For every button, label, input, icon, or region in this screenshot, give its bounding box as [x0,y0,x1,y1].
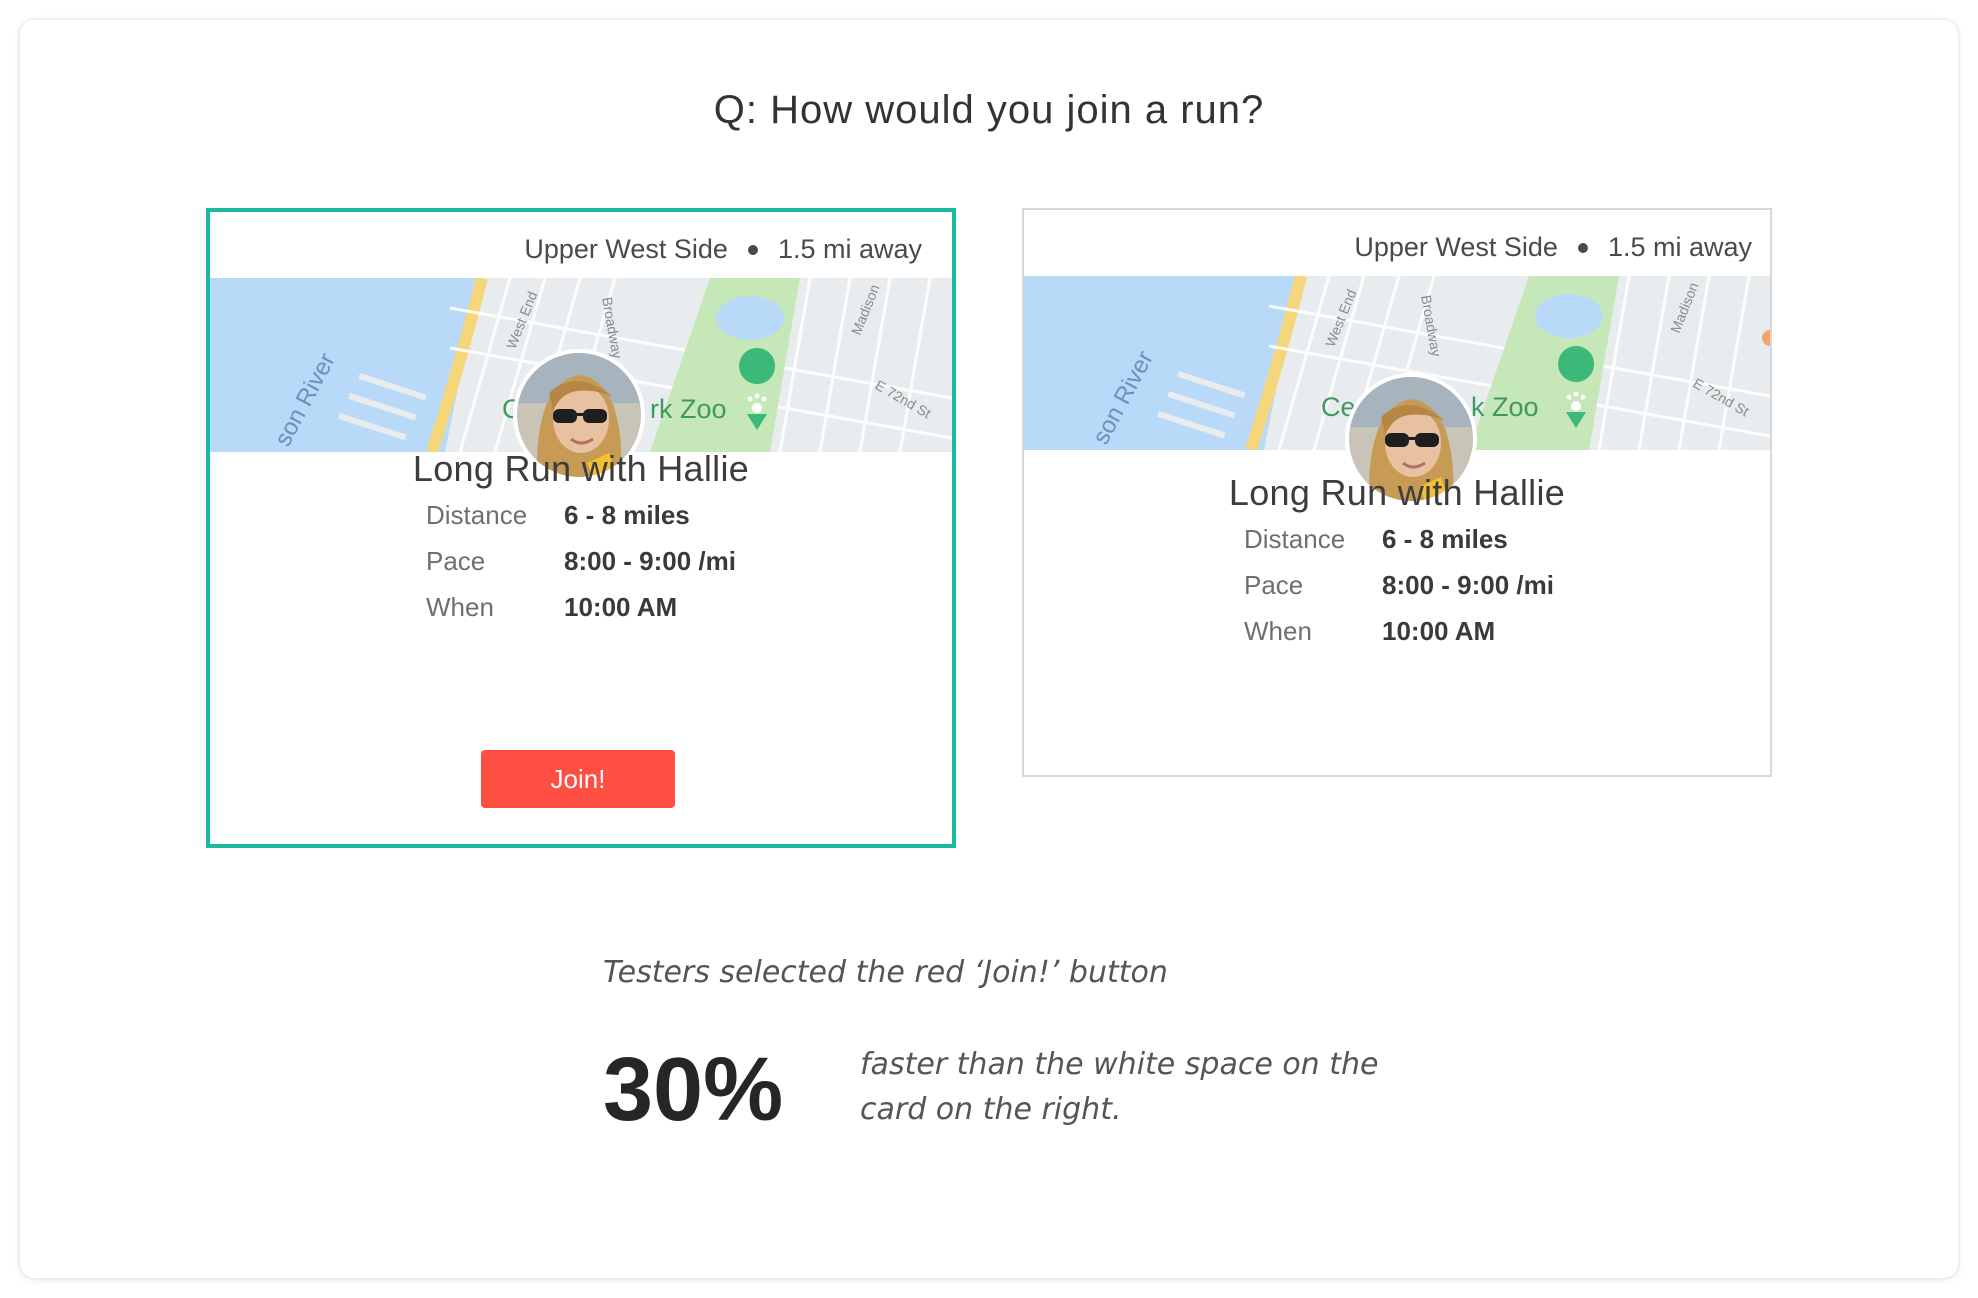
stat-description: faster than the white space on the card … [860,1047,1379,1127]
join-button[interactable]: Join! [481,750,675,808]
detail-value: 6 - 8 miles [564,500,690,530]
run-card-without-button[interactable]: Upper West Side 1.5 mi away son River We… [1022,208,1772,777]
detail-label: Pace [426,546,486,576]
detail-value: 8:00 - 9:00 /mi [564,546,736,576]
detail-value: 10:00 AM [564,592,678,622]
neighborhood-label: Upper West Side [1354,232,1558,262]
detail-label: Distance [1244,524,1346,554]
detail-label: Pace [1244,570,1304,600]
dot-icon [747,244,758,255]
detail-row-when: When 10:00 AM [210,592,952,626]
stat-percentage: 30% [603,1040,784,1140]
card-location: Upper West Side 1.5 mi away [524,234,922,265]
dot-icon [1577,242,1588,253]
detail-label: When [1244,616,1312,646]
svg-text:rk Zoo: rk Zoo [650,394,727,424]
question-heading: Q: How would you join a run? [713,88,1265,132]
distance-away-label: 1.5 mi away [777,234,922,264]
run-title: Long Run with Hallie [412,448,750,489]
run-title: Long Run with Hallie [1228,472,1566,513]
detail-row-distance: Distance 6 - 8 miles [210,500,952,534]
neighborhood-label: Upper West Side [524,234,728,264]
result-caption: Testers selected the red ‘Join!’ button [603,955,1168,990]
detail-value: 6 - 8 miles [1382,524,1508,554]
detail-row-pace: Pace 8:00 - 9:00 /mi [210,546,952,580]
detail-row-distance: Distance 6 - 8 miles [1024,524,1770,558]
svg-text:k Zoo: k Zoo [1471,392,1539,422]
detail-row-when: When 10:00 AM [1024,616,1770,650]
distance-away-label: 1.5 mi away [1607,232,1752,262]
detail-label: Distance [426,500,528,530]
detail-value: 10:00 AM [1382,616,1496,646]
detail-value: 8:00 - 9:00 /mi [1382,570,1554,600]
card-location: Upper West Side 1.5 mi away [1354,232,1752,263]
detail-label: When [426,592,494,622]
detail-row-pace: Pace 8:00 - 9:00 /mi [1024,570,1770,604]
run-card-with-button[interactable]: Upper West Side 1.5 mi away son River We… [206,208,956,848]
